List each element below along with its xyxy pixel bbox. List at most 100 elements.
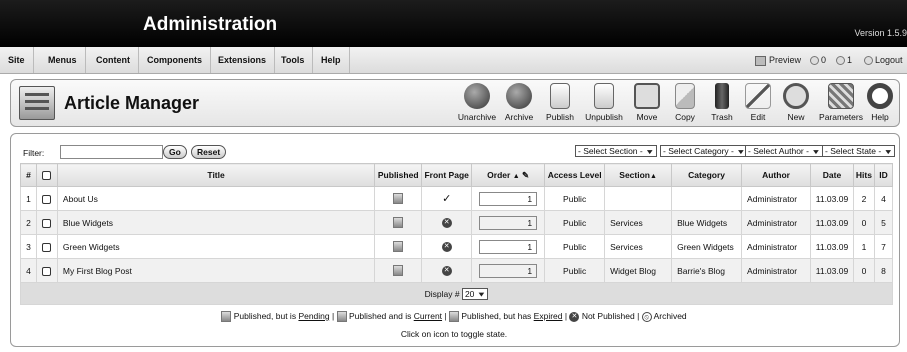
menu-site[interactable]: Site	[0, 47, 34, 73]
id-cell: 7	[873, 234, 894, 259]
menu-extensions[interactable]: Extensions	[210, 47, 276, 73]
col-date[interactable]: Date	[810, 163, 854, 187]
article-title-link[interactable]: About Us	[56, 186, 376, 211]
trash-icon	[715, 83, 729, 109]
category-cell[interactable]: Barrie's Blog	[671, 258, 743, 283]
category-cell[interactable]: Blue Widgets	[671, 210, 743, 235]
article-manager-icon	[19, 86, 55, 120]
access-link[interactable]: Public	[544, 210, 606, 235]
access-link[interactable]: Public	[544, 234, 606, 259]
published-current-icon[interactable]	[393, 193, 404, 205]
order-input[interactable]: 1	[479, 239, 538, 254]
publish-button[interactable]: Publish	[538, 83, 582, 122]
menu-components[interactable]: Components	[139, 47, 211, 73]
row-checkbox[interactable]	[42, 242, 52, 252]
help-button[interactable]: Help	[863, 83, 897, 122]
date-cell: 11.03.09	[810, 210, 854, 235]
reset-button[interactable]: Reset	[191, 145, 227, 159]
published-current-icon[interactable]	[393, 241, 404, 253]
author-cell[interactable]: Administrator	[741, 234, 811, 259]
section-cell[interactable]	[604, 186, 673, 211]
dropdown-arrow-icon	[885, 150, 892, 155]
logout-link[interactable]: Logout	[864, 47, 903, 73]
col-order[interactable]: Order ▲ ✎	[471, 163, 546, 187]
messages-count[interactable]: 0	[810, 47, 826, 73]
col-order-label: Order	[487, 169, 511, 180]
legend-expired-text: Published, but has	[461, 311, 534, 321]
col-id[interactable]: ID	[873, 163, 894, 187]
unpublish-button[interactable]: Unpublish	[582, 83, 626, 122]
select-category[interactable]: - Select Category -	[660, 145, 748, 157]
select-author[interactable]: - Select Author -	[745, 145, 823, 157]
row-checkbox[interactable]	[42, 266, 52, 276]
section-cell[interactable]: Services	[604, 210, 673, 235]
order-input[interactable]: 1	[479, 263, 538, 278]
sort-asc-icon: ▲	[512, 172, 520, 180]
front-page-check-icon[interactable]: ✓	[442, 193, 451, 205]
date-cell: 11.03.09	[810, 234, 854, 259]
select-all-checkbox[interactable]	[42, 171, 52, 181]
col-hits[interactable]: Hits	[852, 163, 875, 187]
col-access[interactable]: Access Level	[544, 163, 606, 187]
edit-icon	[745, 83, 771, 109]
archive-button[interactable]: Archive	[497, 83, 541, 122]
select-state[interactable]: - Select State -	[822, 145, 896, 157]
legend-archived: Archived	[653, 311, 687, 321]
category-cell[interactable]	[671, 186, 743, 211]
col-select-all[interactable]	[35, 163, 58, 187]
access-link[interactable]: Public	[544, 258, 606, 283]
order-input[interactable]: 1	[479, 191, 538, 206]
menu-content[interactable]: Content	[88, 47, 139, 73]
id-cell: 4	[873, 186, 894, 211]
display-count-select[interactable]: 20	[461, 287, 489, 300]
monitor-icon	[755, 55, 766, 66]
archived-icon: ⦸	[641, 311, 652, 322]
access-link[interactable]: Public	[544, 186, 606, 211]
filter-input[interactable]	[60, 145, 163, 159]
author-cell[interactable]: Administrator	[741, 258, 811, 283]
article-title-link[interactable]: Blue Widgets	[56, 210, 376, 235]
menu-tools[interactable]: Tools	[273, 47, 314, 73]
col-title[interactable]: Title	[56, 163, 376, 187]
dropdown-arrow-icon	[478, 292, 485, 297]
row-num: 2	[20, 210, 37, 235]
front-page-x-icon[interactable]: ✕	[441, 241, 452, 252]
category-cell[interactable]: Green Widgets	[671, 234, 743, 259]
col-front-page[interactable]: Front Page	[421, 163, 473, 187]
menu-help[interactable]: Help	[313, 47, 350, 73]
sort-asc-icon: ▲	[649, 173, 657, 180]
section-cell[interactable]: Services	[604, 234, 673, 259]
new-icon	[783, 83, 809, 109]
logout-icon	[864, 56, 873, 66]
parameters-button[interactable]: Parameters	[815, 83, 867, 122]
unarchive-button[interactable]: Unarchive	[451, 83, 503, 122]
article-title-link[interactable]: Green Widgets	[56, 234, 376, 259]
article-title-link[interactable]: My First Blog Post	[56, 258, 376, 283]
published-current-icon[interactable]	[393, 217, 404, 229]
section-cell[interactable]: Widget Blog	[604, 258, 673, 283]
menu-menus[interactable]: Menus	[40, 47, 86, 73]
author-cell[interactable]: Administrator	[741, 210, 811, 235]
preview-link[interactable]: Preview	[755, 47, 801, 73]
order-input[interactable]: 1	[479, 215, 538, 230]
admin-header: Administration Version 1.5.9	[0, 0, 907, 47]
new-button[interactable]: New	[774, 83, 818, 122]
save-order-icon[interactable]: ✎	[522, 170, 529, 180]
front-page-x-icon[interactable]: ✕	[441, 265, 452, 276]
go-button[interactable]: Go	[163, 145, 187, 159]
col-category[interactable]: Category	[671, 163, 743, 187]
front-page-cell: ✕	[421, 234, 473, 259]
copy-icon	[675, 83, 695, 109]
help-icon	[867, 83, 893, 109]
col-published[interactable]: Published	[374, 163, 423, 187]
preview-label: Preview	[769, 55, 802, 65]
col-author[interactable]: Author	[741, 163, 811, 187]
published-current-icon[interactable]	[393, 265, 404, 277]
col-section[interactable]: Section▲	[604, 163, 673, 187]
publish-label: Publish	[546, 112, 574, 122]
author-cell[interactable]: Administrator	[741, 186, 811, 211]
front-page-x-icon[interactable]: ✕	[441, 217, 452, 228]
select-section[interactable]: - Select Section -	[575, 145, 657, 157]
row-checkbox[interactable]	[42, 194, 52, 204]
row-checkbox[interactable]	[42, 218, 52, 228]
